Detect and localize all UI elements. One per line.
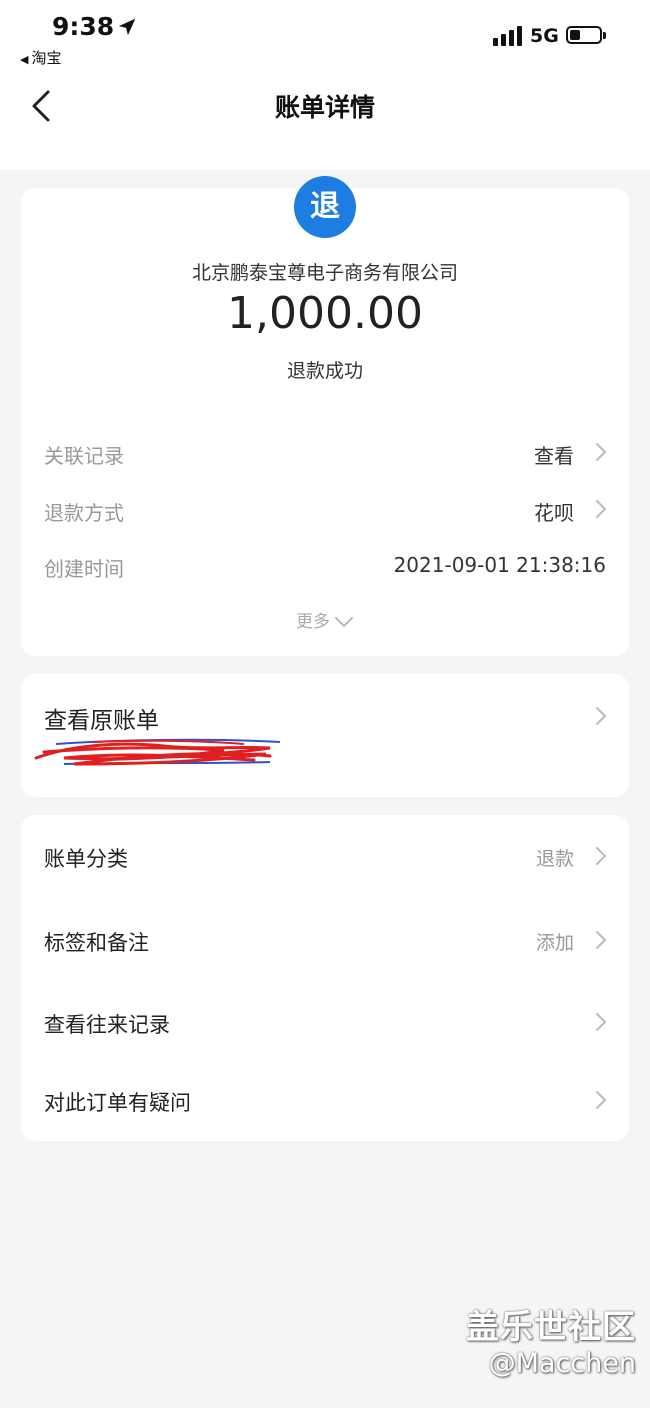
more-toggle[interactable]: 更多 bbox=[0, 607, 650, 632]
menu-item-transaction-history[interactable]: 查看往来记录 bbox=[44, 1009, 170, 1039]
refund-badge-icon: 退 bbox=[294, 176, 356, 238]
chevron-right-icon[interactable] bbox=[594, 498, 608, 520]
chevron-right-icon[interactable] bbox=[594, 845, 608, 867]
amount-value: 1,000.00 bbox=[227, 288, 423, 339]
status-time: 9:38 bbox=[52, 12, 115, 41]
menu-item-tags-notes[interactable]: 标签和备注 bbox=[44, 927, 149, 957]
detail-label-refund-method: 退款方式 bbox=[44, 501, 124, 525]
redaction-scribble bbox=[34, 738, 281, 766]
signal-icon bbox=[493, 26, 522, 46]
chevron-right-icon[interactable] bbox=[594, 1011, 608, 1033]
detail-value-refund-method[interactable]: 花呗 bbox=[534, 497, 574, 526]
navigation-bar: 账单详情 bbox=[0, 78, 650, 138]
status-bar: 9:38 ◀ 淘宝 5G bbox=[0, 0, 650, 78]
detail-value-related[interactable]: 查看 bbox=[534, 440, 574, 469]
network-type: 5G bbox=[530, 25, 559, 47]
back-to-app-link[interactable]: ◀ 淘宝 bbox=[20, 47, 61, 68]
detail-label-related: 关联记录 bbox=[44, 444, 124, 468]
chevron-right-icon[interactable] bbox=[594, 929, 608, 951]
chevron-down-icon bbox=[335, 617, 353, 628]
watermark-author: @Macchen bbox=[488, 1348, 636, 1379]
detail-value-created-time: 2021-09-01 21:38:16 bbox=[393, 553, 606, 577]
merchant-name: 北京鹏泰宝尊电子商务有限公司 bbox=[191, 262, 458, 284]
menu-value-tags-notes[interactable]: 添加 bbox=[536, 928, 574, 955]
chevron-right-icon[interactable] bbox=[594, 441, 608, 463]
watermark-community: 盖乐世社区 bbox=[466, 1307, 636, 1346]
chevron-right-icon[interactable] bbox=[594, 1089, 608, 1111]
back-triangle-icon: ◀ bbox=[20, 53, 29, 66]
more-label: 更多 bbox=[296, 612, 330, 632]
battery-icon bbox=[566, 26, 606, 44]
transaction-status: 退款成功 bbox=[286, 360, 363, 382]
page-title: 账单详情 bbox=[274, 93, 375, 122]
location-arrow-icon bbox=[118, 18, 136, 36]
original-bill-title: 查看原账单 bbox=[44, 708, 159, 734]
menu-item-order-question[interactable]: 对此订单有疑问 bbox=[44, 1087, 191, 1117]
back-app-label: 淘宝 bbox=[31, 49, 62, 67]
menu-value-bill-category[interactable]: 退款 bbox=[536, 844, 574, 871]
chevron-right-icon[interactable] bbox=[594, 705, 608, 727]
menu-item-bill-category[interactable]: 账单分类 bbox=[44, 843, 128, 873]
detail-label-created-time: 创建时间 bbox=[44, 557, 124, 581]
